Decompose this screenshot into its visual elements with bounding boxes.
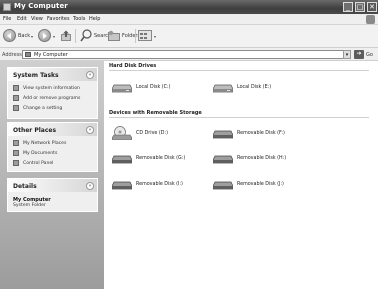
drive-label: Removable Disk (I:)	[136, 182, 183, 187]
forward-button[interactable]	[38, 29, 51, 42]
windows-logo-icon	[366, 15, 375, 24]
file-list: Hard Disk Drives Local Disk (C:) Local D…	[104, 61, 378, 289]
forward-dropdown-icon[interactable]: ▾	[53, 34, 55, 39]
hard-drive-icon	[213, 84, 233, 93]
drive-label: Local Disk (C:)	[136, 85, 171, 90]
address-label: Address	[2, 52, 22, 58]
window-title: My Computer	[14, 2, 68, 10]
views-button[interactable]	[138, 30, 152, 41]
other-places-header[interactable]: Other Places «	[8, 123, 97, 136]
computer-icon	[3, 3, 11, 11]
removable-disk-icon	[213, 181, 233, 190]
removable-disk-icon	[112, 155, 132, 164]
go-button[interactable]: ➜	[354, 50, 364, 59]
back-dropdown-icon[interactable]: ▾	[31, 34, 33, 39]
menu-file[interactable]: File	[3, 16, 11, 22]
go-label[interactable]: Go	[366, 52, 373, 58]
menu-tools[interactable]: Tools	[73, 16, 85, 22]
maximize-button[interactable]: □	[355, 2, 365, 12]
menu-view[interactable]: View	[31, 16, 43, 22]
menu-favorites[interactable]: Favorites	[47, 16, 70, 22]
system-tasks-title: System Tasks	[13, 72, 59, 79]
group-header-hard-drives: Hard Disk Drives	[109, 63, 157, 69]
address-value: My Computer	[34, 52, 68, 58]
system-tasks-header[interactable]: System Tasks «	[8, 68, 97, 81]
task-label: Add or remove programs	[23, 96, 81, 101]
folders-icon[interactable]	[108, 30, 120, 41]
details-title: Details	[13, 183, 37, 190]
back-label: Back	[18, 33, 31, 39]
details-type: System Folder	[13, 203, 46, 208]
settings-icon	[13, 105, 19, 111]
place-label: Control Panel	[23, 161, 54, 166]
details-header[interactable]: Details «	[8, 179, 97, 192]
task-label: Change a setting	[23, 106, 63, 111]
group-header-removable: Devices with Removable Storage	[109, 110, 202, 116]
info-icon	[13, 85, 19, 91]
group-divider	[109, 70, 369, 71]
title-bar: My Computer _ □ ✕	[0, 0, 378, 14]
drive-label: Removable Disk (F:)	[237, 131, 285, 136]
control-panel-icon	[13, 160, 19, 166]
address-dropdown-button[interactable]: ▾	[343, 50, 351, 59]
toolbar-separator	[75, 29, 76, 43]
address-bar: Address My Computer ▾ ➜ Go	[0, 48, 378, 61]
menu-bar: File Edit View Favorites Tools Help	[0, 14, 378, 25]
drive-label: Removable Disk (G:)	[136, 156, 186, 161]
programs-icon	[13, 95, 19, 101]
toolbar-separator	[135, 29, 136, 43]
collapse-chevron-icon[interactable]: «	[86, 126, 94, 134]
drive-label: Removable Disk (J:)	[237, 182, 284, 187]
other-places-title: Other Places	[13, 127, 57, 134]
group-divider	[109, 117, 369, 118]
minimize-button[interactable]: _	[343, 2, 353, 12]
collapse-chevron-icon[interactable]: «	[86, 182, 94, 190]
drive-label: CD Drive (D:)	[136, 131, 168, 136]
place-label: My Documents	[23, 151, 58, 156]
back-button[interactable]	[3, 29, 16, 42]
hard-drive-icon	[112, 84, 132, 93]
task-label: View system information	[23, 86, 80, 91]
collapse-chevron-icon[interactable]: «	[86, 71, 94, 79]
drive-label: Removable Disk (H:)	[237, 156, 287, 161]
cd-drive-icon	[112, 126, 132, 140]
removable-disk-icon	[112, 181, 132, 190]
network-icon	[13, 140, 19, 146]
task-pane: System Tasks « View system information A…	[0, 61, 104, 289]
search-icon[interactable]	[80, 29, 92, 42]
drive-label: Local Disk (E:)	[237, 85, 272, 90]
other-places-panel: Other Places « My Network Places My Docu…	[7, 122, 98, 172]
system-tasks-panel: System Tasks « View system information A…	[7, 67, 98, 119]
place-label: My Network Places	[23, 141, 67, 146]
folder-up-icon[interactable]	[61, 30, 71, 41]
close-button[interactable]: ✕	[367, 2, 377, 12]
documents-icon	[13, 150, 19, 156]
toolbar: Back ▾ ▾ Search Folders ▾	[0, 25, 378, 48]
address-field[interactable]: My Computer	[22, 50, 348, 59]
menu-edit[interactable]: Edit	[17, 16, 27, 22]
views-dropdown-icon[interactable]: ▾	[154, 34, 156, 39]
menu-help[interactable]: Help	[89, 16, 100, 22]
computer-icon	[25, 52, 31, 57]
removable-disk-icon	[213, 155, 233, 164]
details-panel: Details « My Computer System Folder	[7, 178, 98, 212]
removable-disk-icon	[213, 130, 233, 139]
